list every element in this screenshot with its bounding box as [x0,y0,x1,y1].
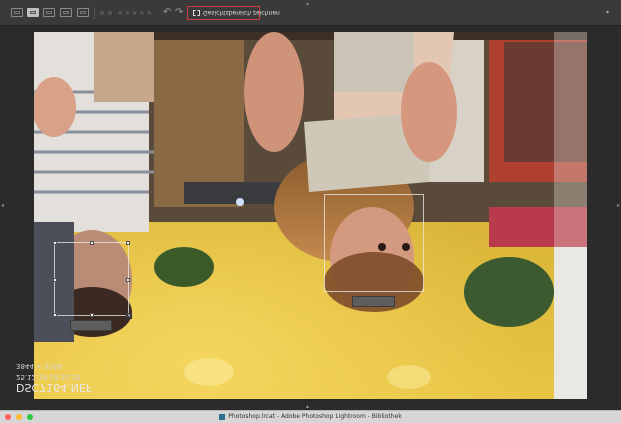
toolbar-menu-chevron-icon[interactable]: ▴ [606,8,609,15]
face-name-field-2[interactable] [352,296,395,307]
resize-handle[interactable] [126,241,130,245]
grid-view-button[interactable] [11,8,23,17]
photo-filename: DSC7164.NEF [16,381,93,394]
remove-face-region-icon[interactable]: × [126,313,132,319]
photo-dimensions: 3844 × 5568 [16,362,62,370]
face-region-2[interactable] [324,194,424,292]
survey-view-button[interactable] [60,8,72,17]
resize-handle[interactable] [90,313,94,317]
resize-handle[interactable] [90,241,94,245]
left-panel-toggle-icon[interactable]: ◂ [1,202,4,209]
reject-flag-icon[interactable] [108,11,112,15]
lightroom-app-icon [219,413,226,420]
collapse-filmstrip-icon[interactable]: ▴ [306,403,309,410]
face-name-field-1[interactable] [70,320,112,331]
right-panel-toggle-icon[interactable]: ▸ [617,202,620,209]
loupe-photo[interactable]: × [34,32,587,399]
rotate-right-icon[interactable]: ↷ [175,7,183,18]
resize-handle[interactable] [53,241,57,245]
people-view-button[interactable] [77,8,89,17]
face-region-1[interactable]: × [53,241,132,319]
resize-handle[interactable] [126,278,130,282]
photo-datetime: 25.12.16 18:32:28 [16,373,81,381]
face-region-icon [193,10,200,16]
draw-face-region-label: Gesichtsbereich zeichnen [203,9,280,16]
resize-handle[interactable] [53,313,57,317]
window-titlebar: Photoshop.lrcat - Adobe Photoshop Lightr… [0,410,621,423]
toolbar: ▴ ★★★★★ ↶ ↷ Gesichtsbereich zeichnen ▴ [0,0,621,26]
rotate-left-icon[interactable]: ↶ [163,7,171,18]
photo-image [34,32,587,399]
resize-handle[interactable] [53,278,57,282]
draw-face-region-button[interactable]: Gesichtsbereich zeichnen [187,6,280,20]
collapse-top-panel-icon[interactable]: ▴ [306,0,309,7]
flag-icon[interactable] [100,11,104,15]
photo-info-overlay: DSC7164.NEF 25.12.16 18:32:28 3844 × 556… [16,360,93,394]
compare-view-button[interactable] [43,8,55,17]
window-title: Photoshop.lrcat - Adobe Photoshop Lightr… [0,413,621,420]
loupe-view-button[interactable] [27,8,39,17]
toolbar-divider [94,7,95,19]
rating-stars[interactable]: ★★★★★ [117,9,153,17]
window-title-text: Photoshop.lrcat - Adobe Photoshop Lightr… [228,413,402,420]
